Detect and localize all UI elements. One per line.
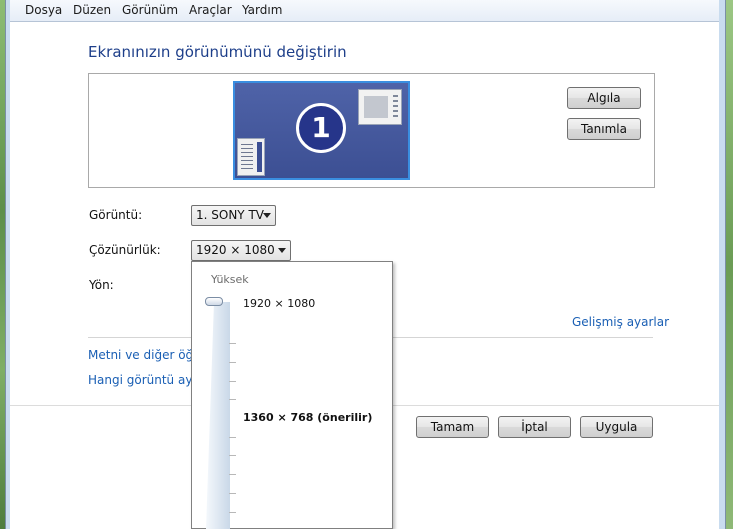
display-dropdown-value: 1. SONY TV [196, 208, 264, 222]
chevron-down-icon [263, 213, 271, 218]
orientation-label: Yön: [89, 278, 114, 292]
which-display-link[interactable]: Hangi görüntü ayar [88, 373, 205, 387]
menu-bar: Dosya Düzen Görünüm Araçlar Yardım [10, 0, 719, 22]
monitor-number-badge: 1 [296, 103, 346, 153]
slider-tick [229, 493, 236, 494]
menu-item-edit[interactable]: Düzen [73, 3, 111, 17]
resolution-label: Çözünürlük: [89, 243, 161, 257]
slider-tick [229, 381, 236, 382]
page-title: Ekranınızın görünümünü değiştirin [88, 43, 347, 61]
resolution-popup-heading: Yüksek [211, 273, 249, 286]
menu-item-file[interactable]: Dosya [25, 3, 62, 17]
resolution-dropdown-value: 1920 × 1080 [196, 243, 275, 257]
advanced-settings-link[interactable]: Gelişmiş ayarlar [572, 315, 669, 329]
text-size-link[interactable]: Metni ve diğer öğel [88, 348, 204, 362]
resolution-option-recommended[interactable]: 1360 × 768 (önerilir) [243, 411, 372, 424]
menu-item-help[interactable]: Yardım [242, 3, 282, 17]
slider-tick [229, 399, 236, 400]
identify-button[interactable]: Tanımla [567, 118, 641, 140]
ok-button[interactable]: Tamam [416, 416, 489, 438]
cancel-button[interactable]: İptal [498, 416, 571, 438]
display-dropdown[interactable]: 1. SONY TV [191, 205, 276, 226]
apply-button[interactable]: Uygula [580, 416, 653, 438]
window-thumbnail-icon [358, 89, 402, 125]
slider-tick [229, 437, 236, 438]
menu-item-tools[interactable]: Araçlar [189, 3, 232, 17]
slider-tick [229, 362, 236, 363]
slider-tick [229, 455, 236, 456]
slider-tick [229, 474, 236, 475]
detect-button[interactable]: Algıla [567, 87, 641, 109]
menu-item-view[interactable]: Görünüm [122, 3, 178, 17]
resolution-dropdown[interactable]: 1920 × 1080 [191, 240, 291, 261]
chevron-down-icon [278, 248, 286, 253]
resolution-option-1920x1080[interactable]: 1920 × 1080 [243, 297, 315, 310]
resolution-slider-thumb[interactable] [205, 297, 223, 306]
slider-tick [229, 343, 236, 344]
slider-tick [229, 512, 236, 513]
sidebar-thumbnail-icon [237, 138, 265, 176]
display-label: Görüntü: [89, 208, 143, 222]
